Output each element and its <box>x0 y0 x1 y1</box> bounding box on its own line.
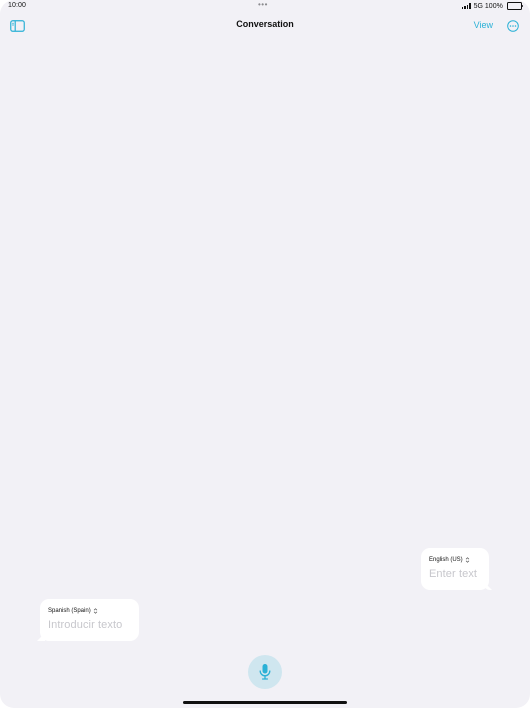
spanish-language-select[interactable]: Spanish (Spain) <box>48 608 131 614</box>
microphone-icon <box>259 664 271 680</box>
chevron-up-down-icon <box>93 608 97 614</box>
english-language-label: English (US) <box>429 557 463 563</box>
bubble-tail <box>37 633 45 641</box>
status-time: 10:00 <box>8 2 27 9</box>
spanish-bubble: Spanish (Spain) Introducir texto <box>37 599 139 641</box>
multitasking-dots[interactable]: ••• <box>258 1 268 9</box>
status-indicators: 5G 100% <box>461 2 524 11</box>
battery-icon <box>506 2 524 11</box>
microphone-button[interactable] <box>248 655 282 689</box>
bubble-tail <box>484 582 492 590</box>
signal-icon <box>461 3 471 10</box>
home-indicator[interactable] <box>183 701 347 704</box>
english-language-select[interactable]: English (US) <box>429 557 481 563</box>
chevron-up-down-icon <box>465 557 469 563</box>
more-button[interactable] <box>507 19 519 32</box>
english-text-input[interactable]: Enter text <box>429 568 481 580</box>
view-button[interactable]: View <box>474 20 493 30</box>
spanish-language-label: Spanish (Spain) <box>48 608 91 614</box>
app-screen: 10:00 ••• 5G 100% Conversation View Engl… <box>0 0 530 708</box>
battery-percent: 100% <box>484 2 503 10</box>
ellipsis-circle-icon <box>507 20 519 32</box>
english-bubble: English (US) Enter text <box>421 548 492 590</box>
network-label: 5G <box>473 2 483 10</box>
page-title: Conversation <box>236 19 294 29</box>
spanish-text-input[interactable]: Introducir texto <box>48 619 131 631</box>
